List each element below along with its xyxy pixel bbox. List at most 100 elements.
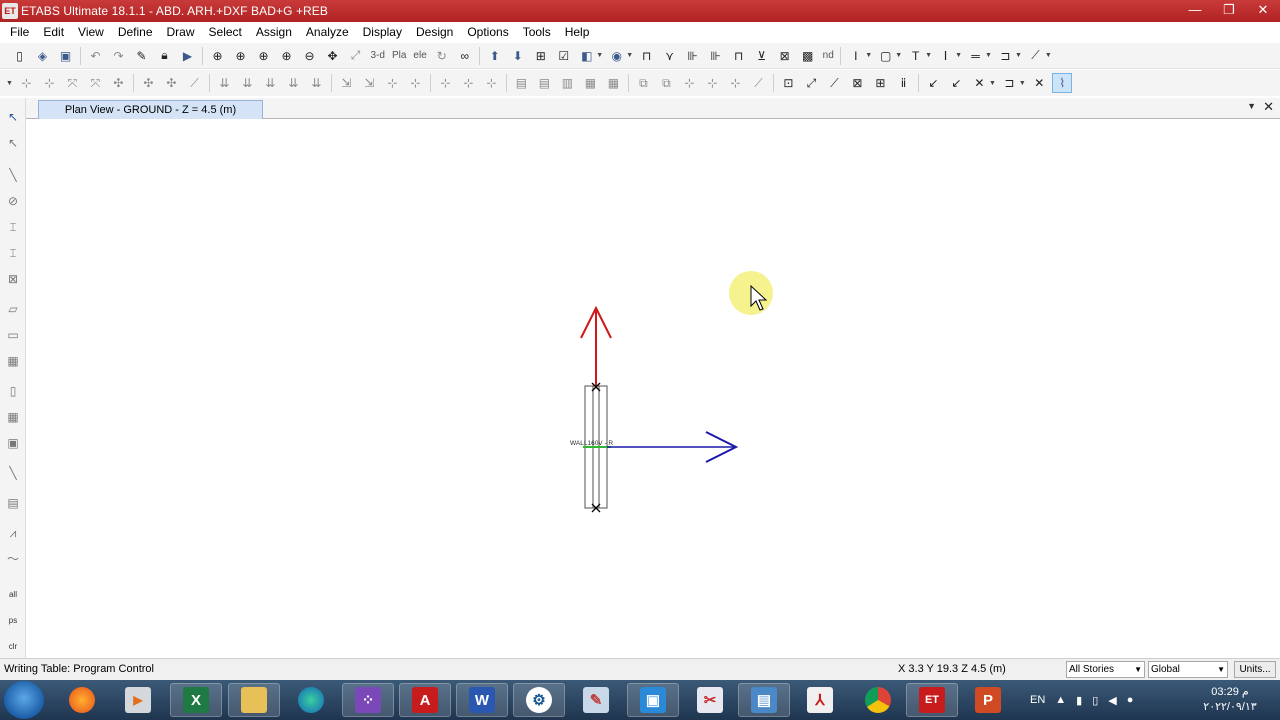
spandrel-label-icon[interactable]: ⇲ [359, 73, 379, 93]
area-section-icon[interactable]: ▢ [876, 46, 896, 66]
draw-column2-icon[interactable]: ⌶ [4, 244, 22, 262]
menu-design[interactable]: Design [410, 22, 461, 43]
zoom-window-icon[interactable]: ⊕ [208, 46, 228, 66]
minimize-button[interactable]: — [1178, 0, 1212, 22]
wall-frame-icon[interactable]: ⊠ [775, 46, 795, 66]
previous-selection-button[interactable]: ps [4, 612, 22, 630]
i-section-icon[interactable]: I [846, 46, 866, 66]
draw-tool-icon[interactable]: ⟋ [1025, 46, 1045, 66]
taskbar-edge[interactable] [285, 683, 337, 717]
network-icon[interactable]: ▮ [1076, 694, 1082, 707]
taskbar-paint[interactable]: ✎ [570, 683, 622, 717]
load-point-icon[interactable]: ⇊ [214, 73, 234, 93]
select-window-icon[interactable]: ⤢ [801, 73, 821, 93]
draw-wall-opening-icon[interactable]: ▦ [4, 408, 22, 426]
taskbar-excel[interactable]: X [170, 683, 222, 717]
snap-intersect-icon[interactable]: ✕ [969, 73, 989, 93]
section-box-icon[interactable]: ▩ [798, 46, 818, 66]
draw-beam-icon[interactable]: ⊘ [4, 192, 22, 210]
menu-tools[interactable]: Tools [517, 22, 559, 43]
toolbar-options-icon[interactable]: ▼ [6, 80, 13, 87]
move-down-icon[interactable]: ⬇ [508, 46, 528, 66]
taskbar-pdf[interactable]: ⅄ [794, 683, 846, 717]
menu-select[interactable]: Select [203, 22, 250, 43]
menu-define[interactable]: Define [112, 22, 161, 43]
menu-analyze[interactable]: Analyze [300, 22, 357, 43]
move-up-icon[interactable]: ⬆ [485, 46, 505, 66]
section-designer-icon[interactable]: Ⅰ [936, 46, 956, 66]
draw-quick-area-icon[interactable]: ▦ [4, 352, 22, 370]
select-all-icon[interactable]: ⅱ [893, 73, 913, 93]
object-shrink-icon[interactable]: ⊞ [531, 46, 551, 66]
mass-icon[interactable]: ⟋ [184, 73, 204, 93]
zoom-out-icon[interactable]: ⊖ [300, 46, 320, 66]
restraint-icon[interactable]: ⋎ [660, 46, 680, 66]
reshape-icon[interactable]: ↖ [4, 134, 22, 152]
taskbar-tool[interactable]: ✂ [684, 683, 736, 717]
menu-options[interactable]: Options [461, 22, 516, 43]
view-3d-button[interactable]: 3-d [369, 46, 387, 66]
select-grid-icon[interactable]: ⊞ [870, 73, 890, 93]
opening-icon[interactable]: ⊹ [382, 73, 402, 93]
load-temp-icon[interactable]: ⇊ [306, 73, 326, 93]
close-view-icon[interactable]: ✕ [1263, 99, 1274, 115]
clear-selection-button[interactable]: clr [4, 638, 22, 656]
draw-wall-quick-icon[interactable]: ▣ [4, 434, 22, 452]
slab-icon[interactable]: ▦ [580, 73, 600, 93]
divide-icon[interactable]: ⊹ [725, 73, 745, 93]
draw-wall-icon[interactable]: ▯ [4, 382, 22, 400]
modifiers-icon[interactable]: ⊹ [405, 73, 425, 93]
draw-floor-icon[interactable]: ▱ [4, 300, 22, 318]
clock[interactable]: 03:29 م ٢٠٢٢/٠٩/١٣ [1200, 685, 1260, 715]
beam-icon[interactable]: ⊪ [706, 46, 726, 66]
paste-icon[interactable]: ⧉ [656, 73, 676, 93]
mesh-icon[interactable]: ⊹ [435, 73, 455, 93]
taskbar-autocad[interactable]: A [399, 683, 451, 717]
menu-edit[interactable]: Edit [37, 22, 72, 43]
nd-button[interactable]: nd [821, 46, 836, 66]
pan-icon[interactable]: ✥ [323, 46, 343, 66]
load-area-icon[interactable]: ⇊ [260, 73, 280, 93]
draw-dimension-icon[interactable]: 〜 [4, 550, 22, 568]
menu-display[interactable]: Display [357, 22, 410, 43]
zoom-restore-icon[interactable]: ⊕ [231, 46, 251, 66]
window-list-icon[interactable]: ▼ [1247, 101, 1256, 111]
coordinate-system-selector[interactable]: Global ▼ [1148, 661, 1228, 678]
language-indicator[interactable]: EN [1030, 694, 1045, 706]
load-frame-icon[interactable]: ⇊ [237, 73, 257, 93]
plan-view-button[interactable]: Pla [390, 46, 408, 66]
select-all-button[interactable]: all [4, 586, 22, 604]
draw-grid-icon[interactable]: ▤ [4, 494, 22, 512]
grid-icon[interactable]: ▦ [603, 73, 623, 93]
undo-icon[interactable]: ↶ [86, 46, 106, 66]
column-icon[interactable]: ⊪ [683, 46, 703, 66]
replicate-icon[interactable]: ⊹ [679, 73, 699, 93]
load-uniform-icon[interactable]: ⇊ [283, 73, 303, 93]
save-icon[interactable]: ▣ [56, 46, 76, 66]
tee-section-icon[interactable]: T [906, 46, 926, 66]
taskbar-settings[interactable]: ⚙ [513, 683, 565, 717]
taskbar-explorer[interactable] [228, 683, 280, 717]
menu-help[interactable]: Help [559, 22, 598, 43]
deselect-icon[interactable]: ⊠ [847, 73, 867, 93]
draw-brace-icon[interactable]: ⊠ [4, 270, 22, 288]
menu-view[interactable]: View [72, 22, 112, 43]
extrude-icon[interactable]: ◉ [607, 46, 627, 66]
rigid-icon[interactable]: ⊹ [481, 73, 501, 93]
display-options-icon[interactable]: ◧ [577, 46, 597, 66]
story-selector[interactable]: All Stories ▼ [1066, 661, 1145, 678]
taskbar-etabs[interactable]: ET [906, 683, 958, 717]
elevation-view-button[interactable]: ele [411, 46, 428, 66]
pier-label-icon[interactable]: ⇲ [336, 73, 356, 93]
run-analysis-icon[interactable]: ▶ [178, 46, 198, 66]
auto-mesh-icon[interactable]: ⊹ [458, 73, 478, 93]
taskbar-snip[interactable]: ▣ [627, 683, 679, 717]
battery-icon[interactable]: ▯ [1092, 694, 1098, 707]
snap-end-icon[interactable]: ↙ [946, 73, 966, 93]
snap-point-icon[interactable]: ↙ [923, 73, 943, 93]
glasses-icon[interactable]: ∞ [455, 46, 475, 66]
select-intersect-icon[interactable]: ⟋ [824, 73, 844, 93]
merge-icon[interactable]: ⊹ [702, 73, 722, 93]
tab-plan-view[interactable]: Plan View - GROUND - Z = 4.5 (m) [38, 100, 263, 119]
snap-grid-icon[interactable]: ⌇ [1052, 73, 1073, 93]
